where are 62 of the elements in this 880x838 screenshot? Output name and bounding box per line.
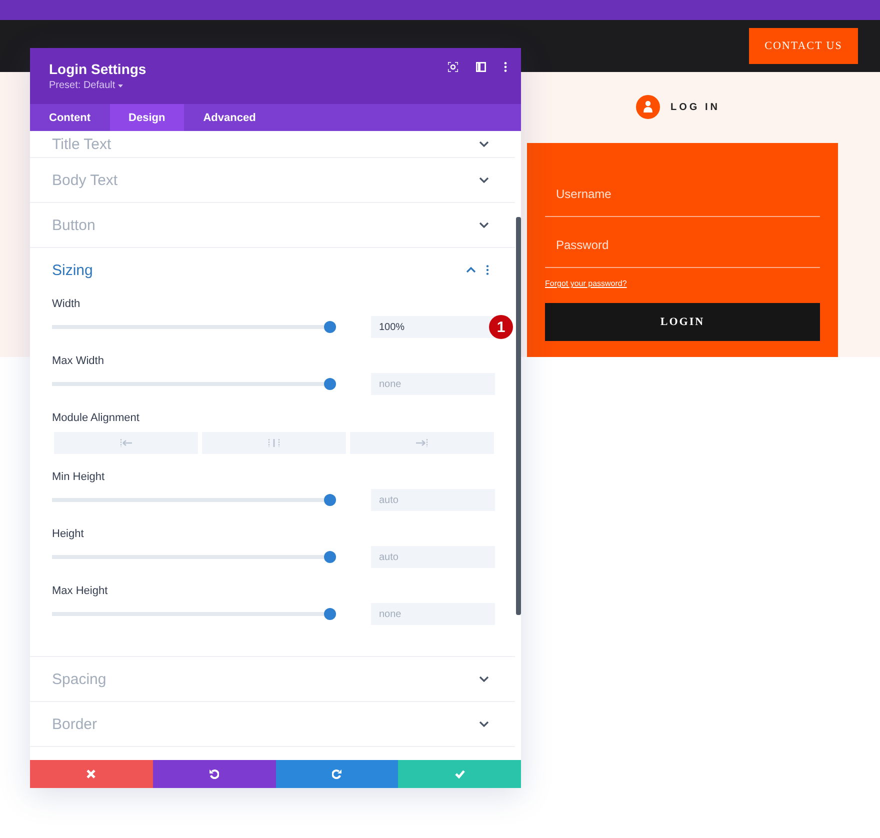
value-field[interactable]: 100% bbox=[371, 316, 495, 338]
chevron-down-icon bbox=[479, 721, 489, 727]
undo-button[interactable] bbox=[152, 760, 276, 788]
section-title: Border bbox=[52, 716, 98, 732]
save-button[interactable] bbox=[398, 760, 521, 788]
tab[interactable]: Advanced bbox=[184, 104, 275, 131]
align-right-icon bbox=[416, 438, 428, 448]
field-label: Height bbox=[52, 528, 85, 542]
section-title: Button bbox=[52, 216, 96, 234]
align-left-icon bbox=[120, 438, 132, 448]
chevron-down-icon bbox=[479, 177, 489, 183]
slider-thumb[interactable] bbox=[324, 494, 336, 506]
alignment-button[interactable] bbox=[54, 432, 198, 454]
tab[interactable]: Content bbox=[30, 104, 110, 131]
password-field[interactable]: Password bbox=[545, 222, 820, 268]
slider-thumb[interactable] bbox=[324, 608, 336, 620]
panel-title: Login Settings bbox=[49, 61, 146, 77]
field-label: Max Width bbox=[52, 355, 105, 369]
close-icon bbox=[86, 769, 96, 779]
section-title: Spacing bbox=[52, 670, 106, 688]
user-icon bbox=[636, 95, 660, 119]
tab[interactable]: Design bbox=[110, 104, 184, 131]
slider-thumb[interactable] bbox=[324, 321, 336, 333]
section-title: Title Text bbox=[52, 136, 112, 152]
chevron-up-icon bbox=[466, 267, 476, 273]
check-icon bbox=[454, 769, 465, 779]
field-label: Module Alignment bbox=[52, 412, 140, 426]
section-title: Body Text bbox=[52, 172, 118, 188]
scrollbar[interactable] bbox=[516, 217, 521, 615]
redo-icon bbox=[332, 769, 342, 779]
columns-icon bbox=[476, 62, 486, 72]
step-badge: 1 bbox=[489, 315, 513, 339]
value-field[interactable]: none bbox=[371, 373, 495, 395]
value-field[interactable]: none bbox=[371, 603, 495, 625]
login-button[interactable]: LOGIN bbox=[545, 303, 820, 341]
section-header[interactable]: Sizing bbox=[30, 248, 515, 292]
chevron-down-icon bbox=[479, 676, 489, 682]
preset-dropdown[interactable]: Preset: Default bbox=[49, 80, 116, 91]
field-label: Min Height bbox=[52, 471, 106, 485]
redo-button[interactable] bbox=[276, 760, 398, 788]
slider-thumb[interactable] bbox=[324, 551, 336, 563]
more-icon bbox=[504, 62, 507, 72]
login-heading: LOG IN bbox=[670, 102, 720, 112]
value-field[interactable]: auto bbox=[371, 546, 495, 568]
more-icon bbox=[486, 265, 489, 275]
caret-icon bbox=[118, 84, 124, 88]
contact-button[interactable]: CONTACT US bbox=[749, 28, 858, 64]
discard-button[interactable] bbox=[30, 760, 153, 788]
forgot-password-link[interactable]: Forgot your password? bbox=[545, 279, 627, 288]
alignment-button[interactable] bbox=[350, 432, 494, 454]
section-title: Sizing bbox=[52, 262, 93, 278]
slider-thumb[interactable] bbox=[324, 378, 336, 390]
undo-icon bbox=[209, 769, 220, 779]
chevron-down-icon bbox=[479, 141, 489, 147]
chevron-down-icon bbox=[479, 222, 489, 228]
field-label: Max Height bbox=[52, 585, 109, 599]
alignment-button[interactable] bbox=[202, 432, 346, 454]
value-field[interactable]: auto bbox=[371, 489, 495, 511]
focus-icon bbox=[448, 62, 458, 72]
field-label: Width bbox=[52, 298, 82, 312]
username-field[interactable]: Username bbox=[545, 171, 820, 217]
align-center-icon bbox=[268, 438, 280, 448]
